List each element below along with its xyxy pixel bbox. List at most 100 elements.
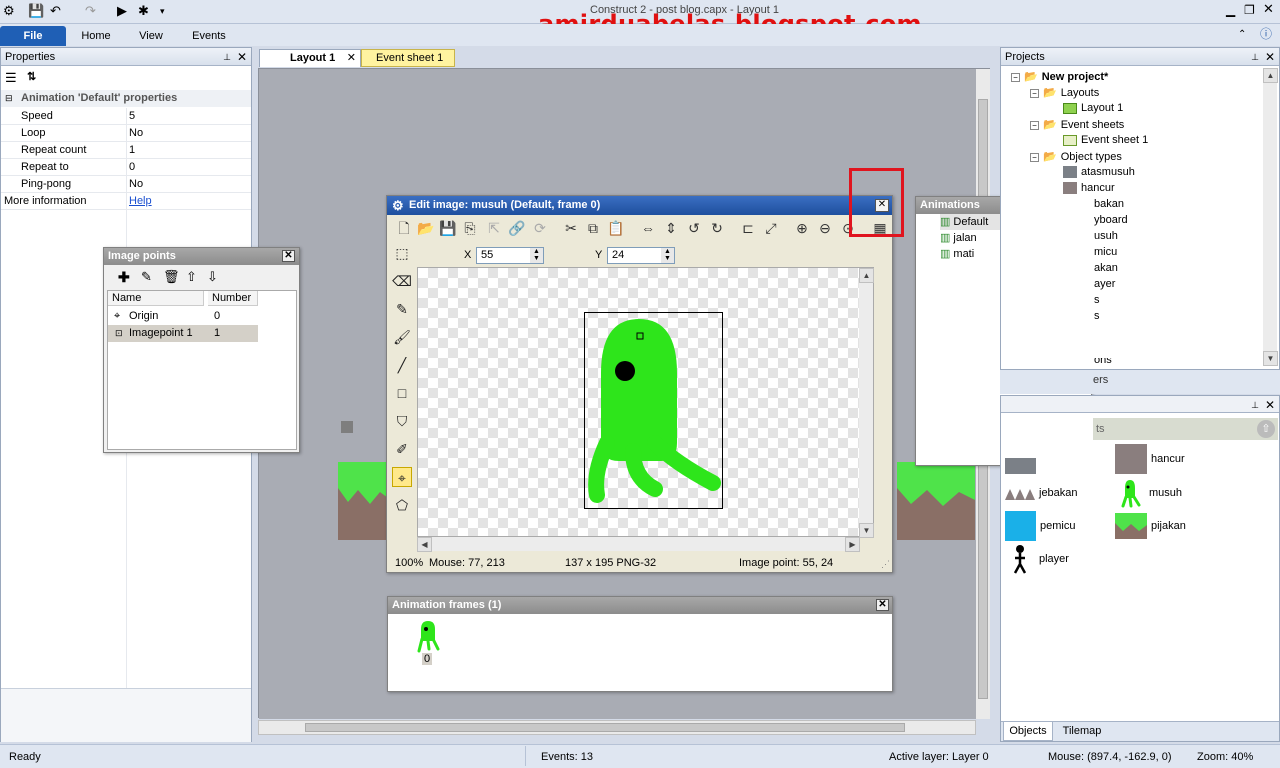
tab-view[interactable]: View <box>130 26 172 46</box>
tree-item-object[interactable]: atasmusuh <box>1063 166 1135 179</box>
pin-icon[interactable]: ⊥ <box>223 48 231 66</box>
tree-item-partial[interactable]: yboard <box>1094 214 1128 226</box>
chevron-up-icon[interactable]: ⌃ <box>1238 27 1246 43</box>
save-as-icon[interactable]: ⎘ <box>461 219 479 237</box>
tree-item-partial[interactable]: ayer <box>1094 278 1115 290</box>
collapse-icon[interactable]: − <box>1030 152 1039 162</box>
tree-item-partial[interactable]: ons <box>1094 358 1112 366</box>
collapse-icon[interactable]: ⊟ <box>5 90 13 107</box>
hancur-sprite[interactable] <box>341 421 353 433</box>
copy-icon[interactable]: ⧉ <box>584 219 602 237</box>
animation-item-mati[interactable]: ▥ mati <box>940 246 974 262</box>
column-header-number[interactable]: Number <box>208 291 258 306</box>
pencil-icon[interactable]: ✎ <box>392 299 412 319</box>
tree-item-layout[interactable]: Layout 1 <box>1063 102 1123 114</box>
close-icon[interactable]: ✕ <box>237 48 247 66</box>
close-icon[interactable]: ✕ <box>1263 1 1274 17</box>
tab-objects[interactable]: Objects <box>1003 722 1053 741</box>
fill-icon[interactable]: ⛉ <box>392 411 412 431</box>
tree-item-event-sheet[interactable]: Event sheet 1 <box>1063 134 1148 146</box>
cut-icon[interactable]: ✂ <box>562 219 580 237</box>
close-icon[interactable]: ✕ <box>347 50 356 67</box>
object-hancur[interactable]: hancur <box>1115 444 1185 475</box>
tree-root[interactable]: − 📂 New project* <box>1011 70 1108 83</box>
close-icon[interactable]: ✕ <box>1265 48 1275 66</box>
vertical-scrollbar[interactable]: ▲ ▼ <box>859 268 874 538</box>
properties-section[interactable]: ⊟ Animation 'Default' properties <box>1 90 251 107</box>
tree-folder-object-types[interactable]: − 📂 Object types <box>1030 150 1122 163</box>
image-points-tool-icon[interactable]: ⌖ <box>392 467 412 487</box>
delete-icon[interactable]: 🗑 <box>163 269 180 285</box>
y-spinner[interactable]: ▲ ▼ <box>661 248 674 263</box>
resize-icon[interactable]: ⤢ <box>762 219 780 237</box>
debug-icon[interactable]: ✱ <box>138 3 149 19</box>
tree-item-partial[interactable]: s <box>1094 294 1100 306</box>
horizontal-scrollbar[interactable] <box>258 720 976 735</box>
close-button[interactable]: ✕ <box>876 599 889 611</box>
zoom-out-icon[interactable]: ⊖ <box>816 219 834 237</box>
frame-thumbnail[interactable] <box>416 619 440 653</box>
tab-layout-1[interactable]: Layout 1 ✕ <box>259 49 361 67</box>
close-button[interactable]: ✕ <box>282 250 295 262</box>
tree-item-partial[interactable]: micu <box>1094 246 1117 258</box>
flip-vertical-icon[interactable]: ⇕ <box>662 219 680 237</box>
open-icon[interactable]: 📂 <box>417 219 435 237</box>
tree-item-object[interactable]: hancur <box>1063 182 1115 195</box>
tab-events[interactable]: Events <box>184 26 234 46</box>
tab-file[interactable]: File <box>0 26 66 46</box>
column-header-name[interactable]: Name <box>108 291 204 306</box>
brush-icon[interactable]: 🖌 <box>392 327 412 347</box>
tree-folder-layouts[interactable]: − 📂 Layouts <box>1030 86 1099 99</box>
object-pijakan[interactable]: pijakan <box>1115 511 1186 541</box>
save-icon[interactable]: 💾 <box>439 219 457 237</box>
close-icon[interactable]: ✕ <box>1265 396 1275 414</box>
tree-item-partial[interactable]: bakan <box>1094 198 1124 210</box>
tab-event-sheet-1[interactable]: Event sheet 1 <box>361 49 455 67</box>
tab-home[interactable]: Home <box>72 26 120 46</box>
save-icon[interactable]: 💾 <box>28 3 44 19</box>
sort-alpha-icon[interactable]: ⇅ <box>27 70 36 83</box>
move-up-icon[interactable]: ⇧ <box>186 269 197 285</box>
add-point-icon[interactable]: ✚ <box>118 269 130 286</box>
new-icon[interactable]: 🗋 <box>395 219 413 237</box>
line-icon[interactable]: ╱ <box>392 355 412 375</box>
rectangle-icon[interactable]: □ <box>392 383 412 403</box>
list-item[interactable]: ⊡ Imagepoint 1 1 <box>108 325 258 342</box>
paste-icon[interactable]: 📋 <box>607 219 625 237</box>
maximize-icon[interactable]: ❐ <box>1244 2 1255 18</box>
pin-icon[interactable]: ⊥ <box>1251 396 1259 414</box>
color-picker-icon[interactable]: ✐ <box>392 439 412 459</box>
select-rect-icon[interactable]: ⬚ <box>392 243 412 263</box>
edit-pencil-icon[interactable]: ✎ <box>141 269 152 285</box>
tab-tilemap[interactable]: Tilemap <box>1057 722 1107 741</box>
zoom-in-icon[interactable]: ⊕ <box>793 219 811 237</box>
up-folder-icon[interactable]: ⇧ <box>1257 420 1275 438</box>
undo-icon[interactable]: ↶ <box>50 3 61 19</box>
rotate-ccw-icon[interactable]: ↺ <box>685 219 703 237</box>
tree-item-partial[interactable]: usuh <box>1094 230 1118 242</box>
collapse-icon[interactable]: − <box>1030 120 1039 130</box>
redo-icon[interactable]: ↷ <box>85 3 96 19</box>
image-canvas[interactable]: ▲ ▼ <box>417 267 874 538</box>
move-down-icon[interactable]: ⇩ <box>207 269 218 285</box>
help-icon[interactable]: ⓘ <box>1260 26 1272 42</box>
layers-tab-partial[interactable]: ers <box>1093 374 1108 386</box>
object-musuh[interactable]: musuh <box>1115 478 1182 508</box>
pijakan-sprite[interactable] <box>897 462 975 540</box>
pijakan-sprite[interactable] <box>338 462 388 540</box>
animation-item-default[interactable]: ▥ Default <box>940 214 1000 230</box>
horizontal-scrollbar[interactable]: ◀ ▶ <box>417 537 860 552</box>
link-icon[interactable]: 🔗 <box>508 219 526 237</box>
rotate-cw-icon[interactable]: ↻ <box>708 219 726 237</box>
flip-horizontal-icon[interactable]: ⇔ <box>639 219 657 237</box>
collapse-icon[interactable]: − <box>1011 72 1020 82</box>
tree-folder-event-sheets[interactable]: − 📂 Event sheets <box>1030 118 1124 131</box>
tree-item-partial[interactable]: s <box>1094 310 1100 322</box>
run-layout-icon[interactable]: ▶ <box>117 3 127 19</box>
x-spinner[interactable]: ▲ ▼ <box>530 248 543 263</box>
refresh-icon[interactable]: ⟳ <box>531 219 549 237</box>
chevron-down-icon[interactable]: ▾ <box>160 3 165 19</box>
pin-icon[interactable]: ⊥ <box>1251 48 1259 66</box>
object-jebakan[interactable]: jebakan <box>1005 478 1078 508</box>
atasmusuh-thumbnail[interactable] <box>1005 458 1036 474</box>
